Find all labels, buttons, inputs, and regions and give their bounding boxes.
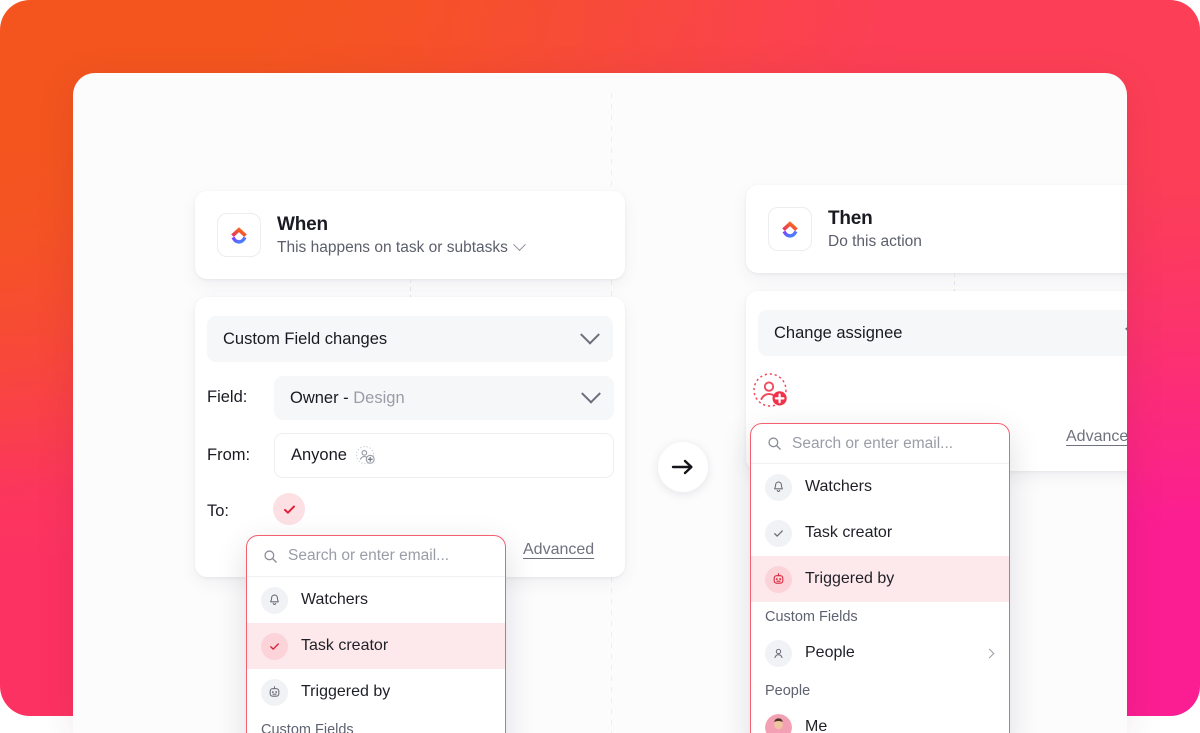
dropdown-item-label: Me — [805, 718, 827, 733]
connect-arrow-button[interactable] — [658, 442, 708, 492]
dropdown-item-triggered-by[interactable]: Triggered by — [247, 669, 505, 715]
check-icon — [261, 633, 288, 660]
assignee-dropdown: Search or enter email... Watchers Task c… — [750, 423, 1010, 733]
avatar — [765, 714, 792, 733]
when-subtitle-row: This happens on task or subtasks — [277, 239, 524, 257]
add-assignee-button[interactable] — [752, 372, 792, 412]
search-input[interactable]: Search or enter email... — [288, 547, 449, 565]
search-row[interactable]: Search or enter email... — [247, 536, 505, 577]
dropdown-item-task-creator[interactable]: Task creator — [247, 623, 505, 669]
trigger-select-value: Custom Field changes — [223, 330, 387, 349]
chevron-down-icon[interactable] — [513, 238, 526, 251]
from-value: Anyone — [291, 446, 347, 465]
bell-icon — [765, 474, 792, 501]
dropdown-group-custom-fields: Custom Fields — [751, 602, 1009, 630]
advanced-link-when[interactable]: Advanced — [523, 541, 594, 559]
person-icon — [765, 640, 792, 667]
bell-icon — [261, 587, 288, 614]
field-label: Field: — [207, 388, 247, 407]
search-icon — [767, 436, 782, 451]
chevron-down-icon — [580, 325, 600, 345]
then-header-card: Then Do this action — [746, 185, 1127, 273]
dropdown-item-label: Task creator — [301, 637, 388, 655]
then-subtitle: Do this action — [828, 233, 922, 251]
from-label: From: — [207, 446, 250, 465]
chevron-down-icon — [581, 384, 601, 404]
dropdown-item-label: Triggered by — [301, 683, 390, 701]
from-value-row: Anyone — [291, 445, 377, 467]
then-subtitle-row: Do this action — [828, 233, 922, 251]
to-value-dropdown: Search or enter email... Watchers Task c… — [246, 535, 506, 733]
robot-icon — [261, 679, 288, 706]
field-select[interactable]: Owner - Design — [274, 376, 614, 420]
action-select[interactable]: Change assignee — [758, 310, 1127, 356]
advanced-link-then[interactable]: Advanced — [1066, 428, 1127, 446]
search-input[interactable]: Search or enter email... — [792, 435, 953, 453]
dropdown-item-label: Triggered by — [805, 570, 894, 588]
field-select-value: Owner - — [290, 389, 353, 407]
search-icon — [263, 549, 278, 564]
dropdown-item-me[interactable]: Me — [751, 704, 1009, 733]
search-row[interactable]: Search or enter email... — [751, 424, 1009, 464]
when-title: When — [277, 214, 524, 236]
action-select-value: Change assignee — [774, 324, 902, 343]
dropdown-group-people: People — [751, 676, 1009, 704]
dropdown-item-watchers[interactable]: Watchers — [247, 577, 505, 623]
field-select-value-muted: Design — [353, 389, 404, 407]
add-person-small-icon — [355, 445, 377, 467]
robot-icon — [765, 566, 792, 593]
chevron-down-icon — [1125, 319, 1127, 339]
dropdown-item-label: Watchers — [805, 478, 872, 496]
arrow-right-icon — [670, 456, 696, 478]
when-header-text: When This happens on task or subtasks — [277, 214, 524, 257]
dropdown-item-watchers[interactable]: Watchers — [751, 464, 1009, 510]
then-header-text: Then Do this action — [828, 208, 922, 251]
dropdown-item-label: Task creator — [805, 524, 892, 542]
to-label: To: — [207, 502, 229, 521]
dropdown-item-task-creator[interactable]: Task creator — [751, 510, 1009, 556]
chevron-right-icon — [985, 648, 995, 658]
clickup-logo-icon — [217, 213, 261, 257]
dropdown-item-label: People — [805, 644, 855, 662]
field-select-value-wrap: Owner - Design — [290, 389, 405, 408]
trigger-select[interactable]: Custom Field changes — [207, 316, 613, 362]
dropdown-group-custom-fields: Custom Fields — [247, 715, 505, 733]
from-input[interactable]: Anyone — [274, 433, 614, 478]
when-header-card: When This happens on task or subtasks — [195, 191, 625, 279]
dropdown-item-label: Watchers — [301, 591, 368, 609]
then-title: Then — [828, 208, 922, 230]
when-subtitle: This happens on task or subtasks — [277, 239, 508, 257]
dropdown-item-people-field[interactable]: People — [751, 630, 1009, 676]
clickup-logo-icon — [768, 207, 812, 251]
dropdown-item-triggered-by[interactable]: Triggered by — [751, 556, 1009, 602]
automation-builder-panel: When This happens on task or subtasks Cu… — [73, 73, 1127, 733]
to-selected-check-chip[interactable] — [273, 493, 305, 525]
check-icon — [282, 502, 297, 517]
check-icon — [765, 520, 792, 547]
